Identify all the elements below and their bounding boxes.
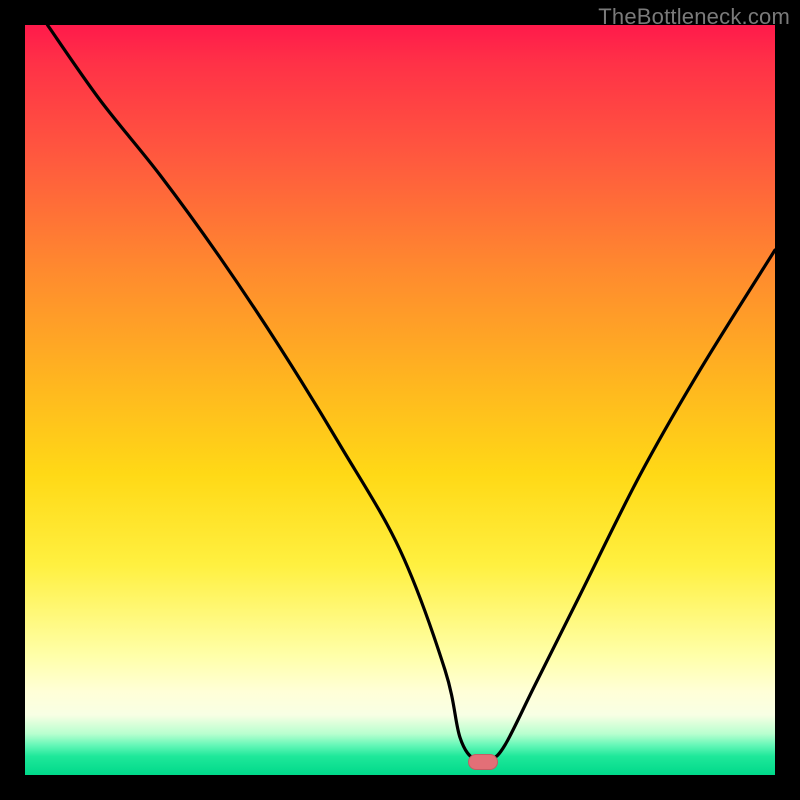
optimal-marker bbox=[468, 754, 498, 770]
curve-path bbox=[48, 25, 776, 762]
chart-frame: TheBottleneck.com bbox=[0, 0, 800, 800]
plot-area bbox=[25, 25, 775, 775]
plot-inner bbox=[25, 25, 775, 775]
bottleneck-curve bbox=[25, 25, 775, 775]
